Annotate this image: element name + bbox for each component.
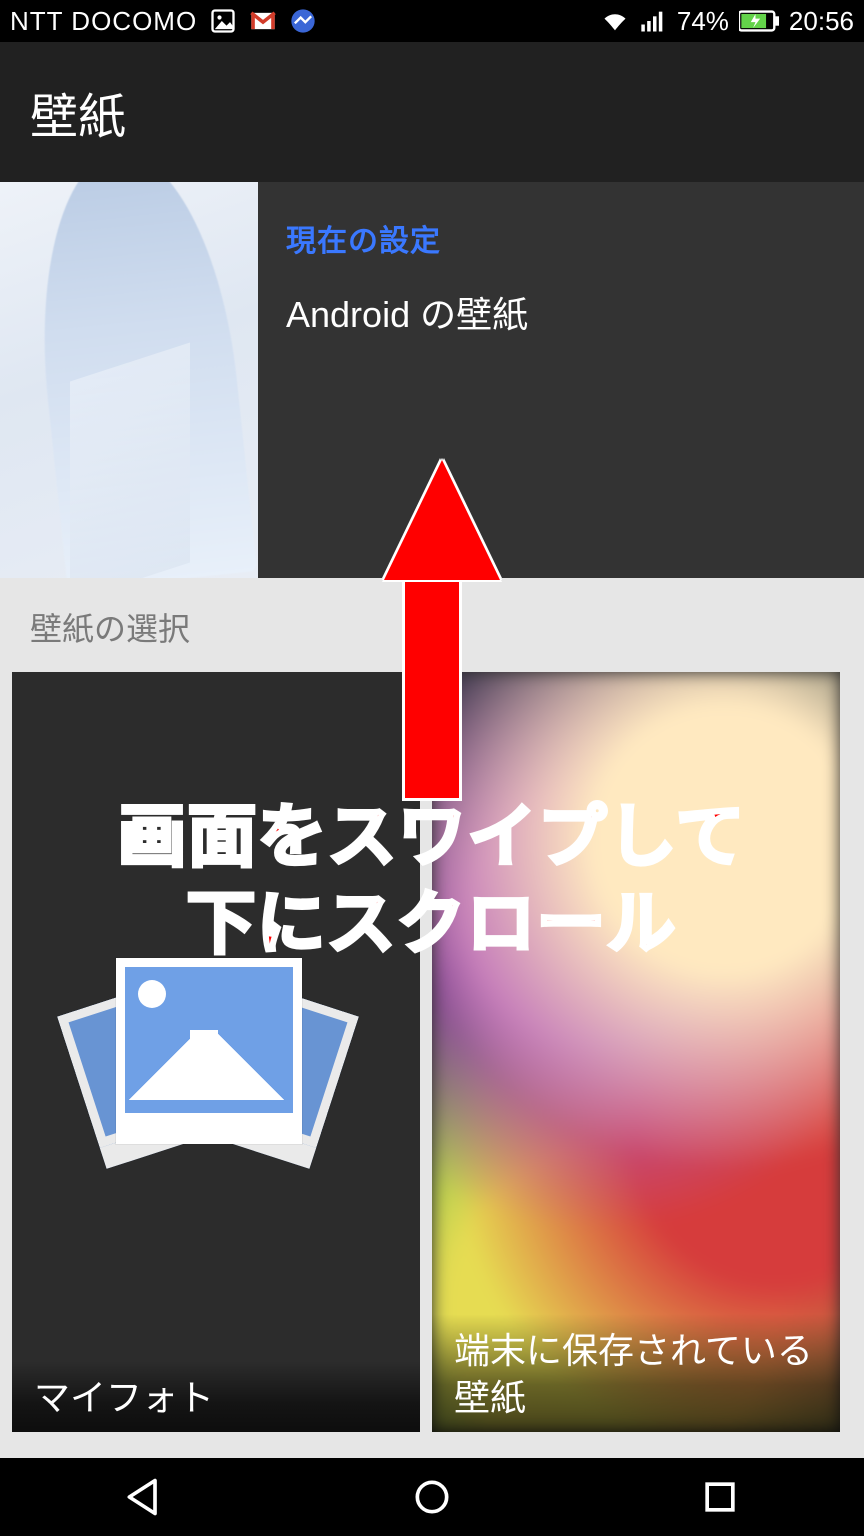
current-wallpaper-title: Android の壁紙 (286, 286, 836, 338)
cellular-signal-icon (639, 7, 667, 35)
tile-caption: 端末に保存されている壁紙 (432, 1314, 840, 1432)
home-icon (410, 1475, 454, 1519)
screen: NTT DOCOMO 74% 20:56 (0, 0, 864, 1536)
recent-icon (698, 1475, 742, 1519)
carrier-label: NTT DOCOMO (10, 6, 197, 37)
current-wallpaper-thumbnail (0, 182, 258, 578)
back-icon (122, 1475, 166, 1519)
current-wallpaper-info: 現在の設定 Android の壁紙 (258, 182, 864, 578)
my-photos-icon (78, 948, 338, 1188)
page-title: 壁紙 (30, 77, 126, 147)
wallpaper-grid[interactable]: マイフォト 端末に保存されている壁紙 (0, 672, 864, 1432)
gmail-icon (249, 7, 277, 35)
navigation-bar (0, 1458, 864, 1536)
app-bar: 壁紙 (0, 42, 864, 182)
status-bar: NTT DOCOMO 74% 20:56 (0, 0, 864, 42)
clock: 20:56 (789, 6, 854, 37)
nav-recent-button[interactable] (693, 1470, 747, 1524)
tile-caption: マイフォト (12, 1361, 420, 1432)
nav-back-button[interactable] (117, 1470, 171, 1524)
current-settings-label: 現在の設定 (286, 216, 836, 260)
section-header: 壁紙の選択 (0, 578, 864, 672)
wifi-icon (601, 7, 629, 35)
battery-percent: 74% (677, 6, 729, 37)
status-right: 74% 20:56 (601, 6, 854, 37)
tile-on-device-wallpapers[interactable]: 端末に保存されている壁紙 (432, 672, 840, 1432)
battery-charging-icon (739, 7, 779, 35)
app-circle-icon (289, 7, 317, 35)
tile-my-photos[interactable]: マイフォト (12, 672, 420, 1432)
current-wallpaper-card[interactable]: 現在の設定 Android の壁紙 (0, 182, 864, 578)
status-left: NTT DOCOMO (10, 6, 317, 37)
image-notification-icon (209, 7, 237, 35)
nav-home-button[interactable] (405, 1470, 459, 1524)
